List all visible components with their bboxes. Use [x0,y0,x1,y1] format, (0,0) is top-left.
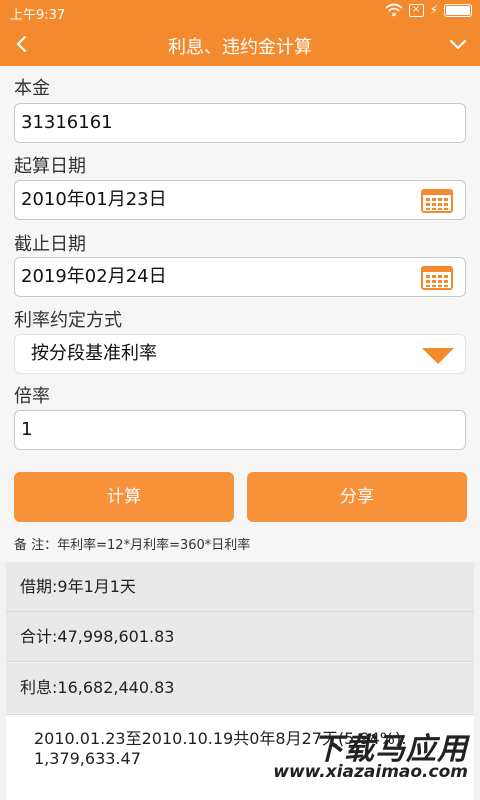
wifi-icon [385,3,403,17]
page-title: 利息、违约金计算 [168,37,312,58]
notification-x-icon: × [408,3,424,17]
rate-method-select[interactable]: 按分段基准利率 [14,334,466,374]
end-date-value: 2019年02月24日 [21,266,167,287]
end-date-label: 截止日期 [14,234,86,255]
title-bar: 利息、违约金计算 [0,24,480,66]
result-total: 合计:47,998,601.83 [6,612,474,662]
rate-method-label: 利率约定方式 [14,310,122,331]
result-period: 借期:9年1月1天 [6,562,474,612]
status-icons: × ⚡ [385,3,472,17]
start-date-field[interactable]: 2010年01月23日 [14,180,466,220]
start-date-value: 2010年01月23日 [21,189,167,210]
principal-input[interactable]: 31316161 [14,103,466,143]
status-bar: 上午9:37 × ⚡ [0,0,480,24]
rate-method-value: 按分段基准利率 [31,343,157,364]
end-date-field[interactable]: 2019年02月24日 [14,257,466,297]
charging-icon: ⚡ [429,3,438,17]
chevron-down-icon[interactable] [446,32,470,56]
multiple-label: 倍率 [14,386,50,407]
share-button[interactable]: 分享 [247,472,467,522]
start-date-label: 起算日期 [14,156,86,177]
battery-icon [444,3,472,17]
calculate-button[interactable]: 计算 [14,472,234,522]
calendar-icon[interactable] [421,264,453,290]
result-interest: 利息:16,682,440.83 [6,663,474,713]
watermark-url: www.xiazaimao.com [273,762,468,782]
status-time: 上午9:37 [10,8,66,23]
calendar-icon[interactable] [421,187,453,213]
formula-note: 备 注：年利率=12*月利率=360*日利率 [14,538,251,553]
dropdown-arrow-icon [422,348,454,364]
principal-label: 本金 [14,78,50,99]
watermark: 下载马应用 www.xiazaimao.com [273,724,474,786]
calc-form: 本金 31316161 起算日期 2010年01月23日 截止日期 2019年0… [0,66,480,562]
multiple-input[interactable]: 1 [14,410,466,450]
